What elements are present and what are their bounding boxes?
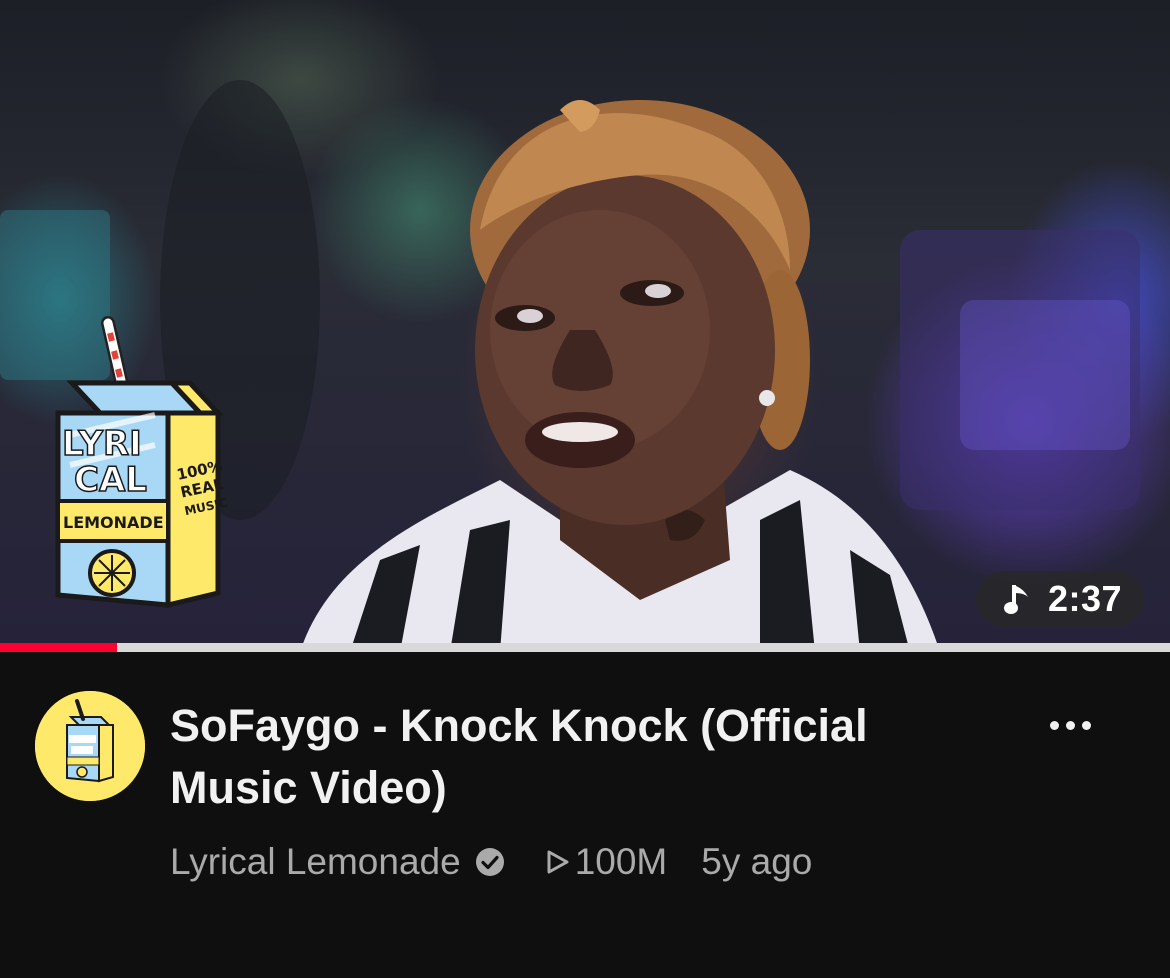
channel-name: Lyrical Lemonade [170, 841, 461, 882]
music-note-icon [1003, 581, 1032, 617]
logo-text-lyri: LYRI [62, 424, 142, 464]
view-count: 100M [545, 841, 668, 883]
play-outline-icon [545, 847, 571, 877]
channel-avatar[interactable] [35, 691, 145, 801]
video-title[interactable]: SoFaygo - Knock Knock (Official Music Vi… [170, 695, 970, 819]
logo-text-cal: CAL [74, 460, 147, 500]
channel-link[interactable]: Lyrical Lemonade [170, 841, 505, 883]
video-thumbnail[interactable]: LYRI CAL LEMONADE 100% REAL MUSIC 2:37 [0, 0, 1170, 652]
verified-check-icon [475, 847, 505, 877]
more-dot-icon [1065, 720, 1075, 730]
more-dot-icon [1081, 720, 1091, 730]
more-actions-button[interactable] [1020, 700, 1120, 750]
duration-badge: 2:37 [975, 571, 1144, 627]
duration-text: 2:37 [1047, 578, 1122, 619]
watch-progress-bar [0, 643, 1170, 652]
more-dot-icon [1049, 720, 1059, 730]
video-card[interactable]: LYRI CAL LEMONADE 100% REAL MUSIC 2:37 S… [0, 0, 1170, 978]
watch-progress-fill [0, 643, 117, 652]
logo-text-lemonade: LEMONADE [63, 513, 164, 532]
upload-age: 5y ago [701, 841, 813, 882]
video-metadata: Lyrical Lemonade 100M 5y ago [170, 836, 812, 888]
channel-logo-watermark: LYRI CAL LEMONADE 100% REAL MUSIC [55, 316, 229, 609]
view-count-text: 100M [574, 841, 668, 882]
